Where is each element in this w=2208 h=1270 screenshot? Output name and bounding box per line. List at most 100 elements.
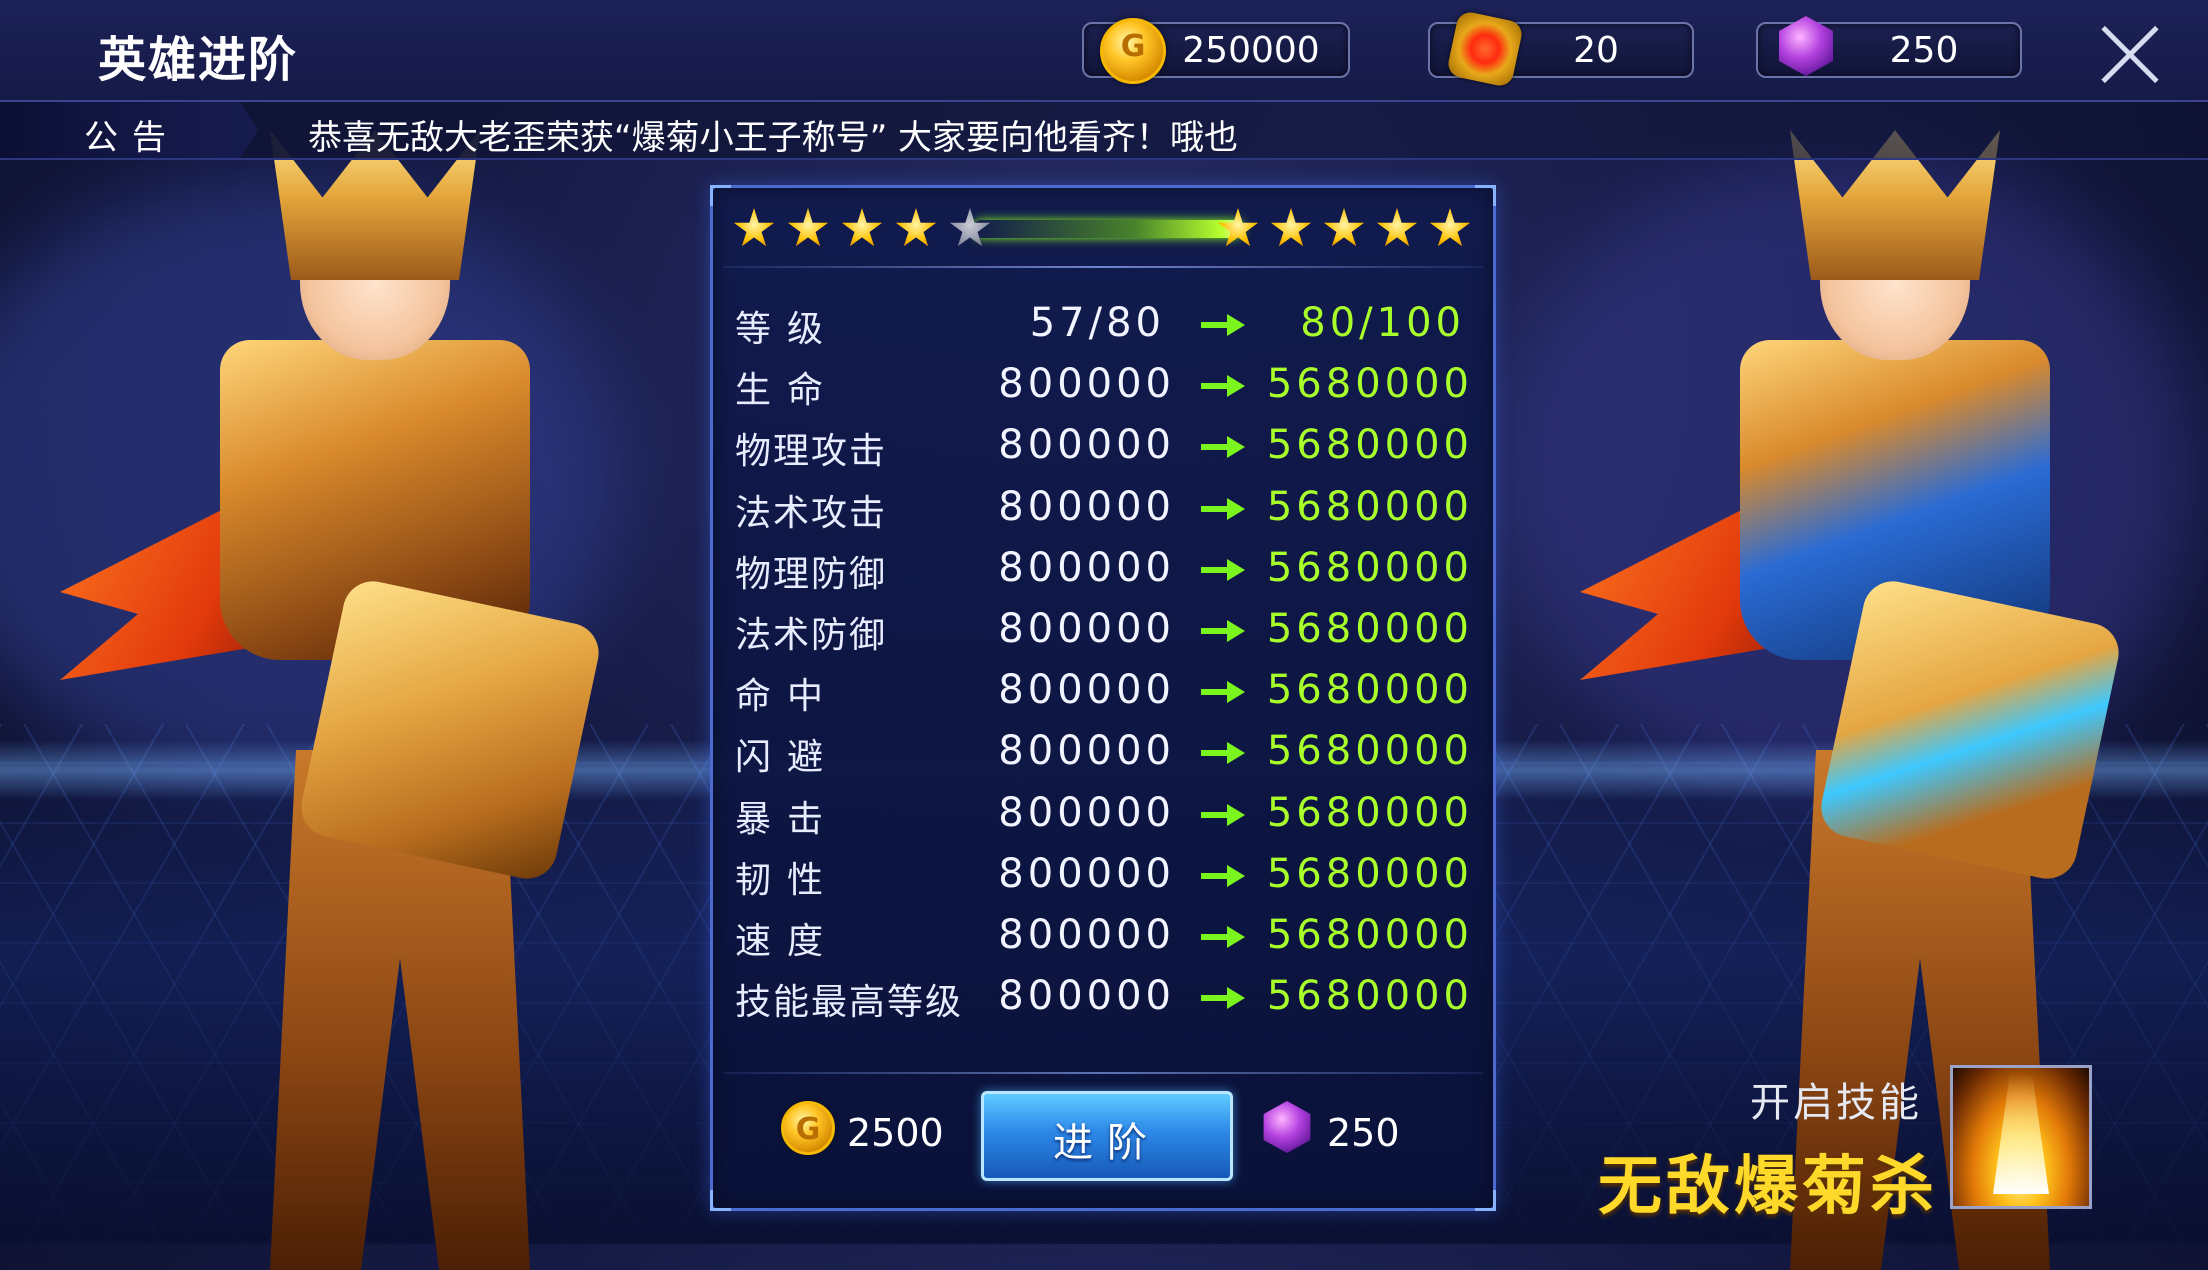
hero-current-model [60,130,605,1270]
arrow-right-icon [1201,681,1245,704]
stat-current-value: 800000 [998,973,1175,1020]
panel-corner [710,1190,731,1211]
stat-current-value: 800000 [998,728,1175,775]
gold-coin-icon [781,1101,835,1155]
stat-row: 韧性 800000 5680000 [713,851,1493,909]
star-icon [841,208,883,247]
stat-next-value: 5680000 [1266,483,1473,530]
stat-row: 闪避 800000 5680000 [713,728,1493,786]
stat-row: 等级 57/80 80/100 [713,300,1493,358]
stat-label: 法术防御 [735,615,888,656]
star-icon [1323,208,1365,247]
stat-label: 物理防御 [735,553,888,595]
stat-row: 物理攻击 800000 5680000 [713,422,1493,480]
panel-corner [1475,185,1496,206]
stat-current-value: 800000 [998,422,1175,469]
skill-unlock-caption: 开启技能 [1750,1080,1922,1126]
stat-row: 物理防御 800000 5680000 [713,545,1493,603]
star-icon [1270,208,1312,247]
stat-next-value: 5680000 [1266,973,1473,1020]
stat-row: 命中 800000 5680000 [713,667,1493,725]
announcement-text: 恭喜无敌大老歪荣获“爆菊小王子称号” 大家要向他看齐！哦也 [308,118,1239,158]
page-title: 英雄进阶 [98,32,299,88]
panel-corner [710,185,731,206]
stat-row: 生命 800000 5680000 [713,361,1493,419]
hero-hammer [295,575,605,885]
gold-cost-value: 2500 [847,1111,944,1155]
stat-current-value: 800000 [998,361,1175,408]
arrow-right-icon [1201,864,1245,887]
panel-divider [723,1072,1483,1074]
arrow-right-icon [1201,803,1245,826]
stat-row: 法术防御 800000 5680000 [713,606,1493,664]
announcement-label: 公告 [84,118,180,158]
arrow-right-icon [1201,314,1245,336]
stat-next-value: 5680000 [1266,361,1473,408]
stat-current-value: 800000 [998,606,1175,652]
stat-next-value: 5680000 [1266,789,1473,836]
gem-cost-value: 250 [1327,1111,1400,1155]
stat-current-value: 800000 [998,850,1175,897]
stat-row: 技能最高等级 800000 5680000 [713,973,1493,1031]
skill-name: 无敌爆菊杀 [1598,1150,1938,1224]
panel-corner [1475,1190,1496,1211]
star-icon [895,208,937,247]
stat-next-value: 5680000 [1266,422,1473,469]
stat-label: 命中 [735,676,840,718]
stat-label: 物理攻击 [735,431,888,473]
star-rank-row [733,208,1473,258]
star-icon [1376,208,1418,247]
panel-divider [723,266,1483,268]
stat-label: 暴击 [735,798,840,840]
skill-flame-icon[interactable] [1950,1065,2092,1209]
advance-button-label: 进阶 [1053,1120,1161,1166]
gold-value: 250000 [1182,30,1320,71]
gem-value: 250 [1889,30,1959,71]
arrow-right-icon [1201,926,1245,948]
stat-next-value: 80/100 [1300,300,1465,346]
stat-next-value: 5680000 [1266,728,1473,775]
purple-gem-icon [1263,1101,1311,1153]
stat-label: 法术攻击 [735,492,888,534]
stat-current-value: 800000 [998,912,1175,958]
gold-coin-icon [1100,18,1166,84]
hero-hammer [1815,575,2125,885]
upgrade-trail-effect [973,220,1243,238]
stat-next-value: 5680000 [1266,606,1473,652]
gold-cost: 2500 [781,1093,981,1173]
arrow-right-icon [1201,742,1245,765]
stat-row: 暴击 800000 5680000 [713,790,1493,848]
stat-next-value: 5680000 [1266,850,1473,897]
announcement-bar: 公告 恭喜无敌大老歪荣获“爆菊小王子称号” 大家要向他看齐！哦也 [0,102,2208,160]
advance-stats-panel: 等级 57/80 80/100 生命 800000 5680000 物理攻击 800000 56… [710,185,1496,1211]
stat-current-value: 800000 [998,667,1175,714]
stat-label: 闪避 [735,737,840,779]
stat-label: 速度 [735,921,840,962]
gem-cost: 250 [1261,1093,1461,1173]
stat-current-value: 800000 [998,483,1175,530]
close-icon[interactable] [2098,22,2162,86]
arrow-right-icon [1201,375,1245,398]
top-bar: 英雄进阶 250000 20 250 [0,0,2208,102]
medal-icon [1445,9,1525,89]
stat-label: 技能最高等级 [735,982,964,1024]
arrow-right-icon [1201,987,1245,1010]
arrow-right-icon [1201,620,1245,642]
star-icon [733,208,775,247]
arrow-right-icon [1201,558,1245,581]
stat-next-value: 5680000 [1266,667,1473,714]
stat-label: 韧性 [735,859,840,901]
star-icon [787,208,829,247]
stat-current-value: 800000 [998,544,1175,591]
arrow-right-icon [1201,436,1245,459]
stat-current-value: 57/80 [1029,300,1165,346]
advance-button[interactable]: 进阶 [981,1091,1233,1181]
stat-label: 等级 [735,309,840,350]
stat-next-value: 5680000 [1266,544,1473,591]
stat-current-value: 800000 [998,789,1175,836]
stat-next-value: 5680000 [1266,912,1473,958]
medal-value: 20 [1573,30,1619,71]
arrow-right-icon [1201,497,1245,520]
stat-row: 速度 800000 5680000 [713,912,1493,970]
stat-row: 法术攻击 800000 5680000 [713,484,1493,542]
